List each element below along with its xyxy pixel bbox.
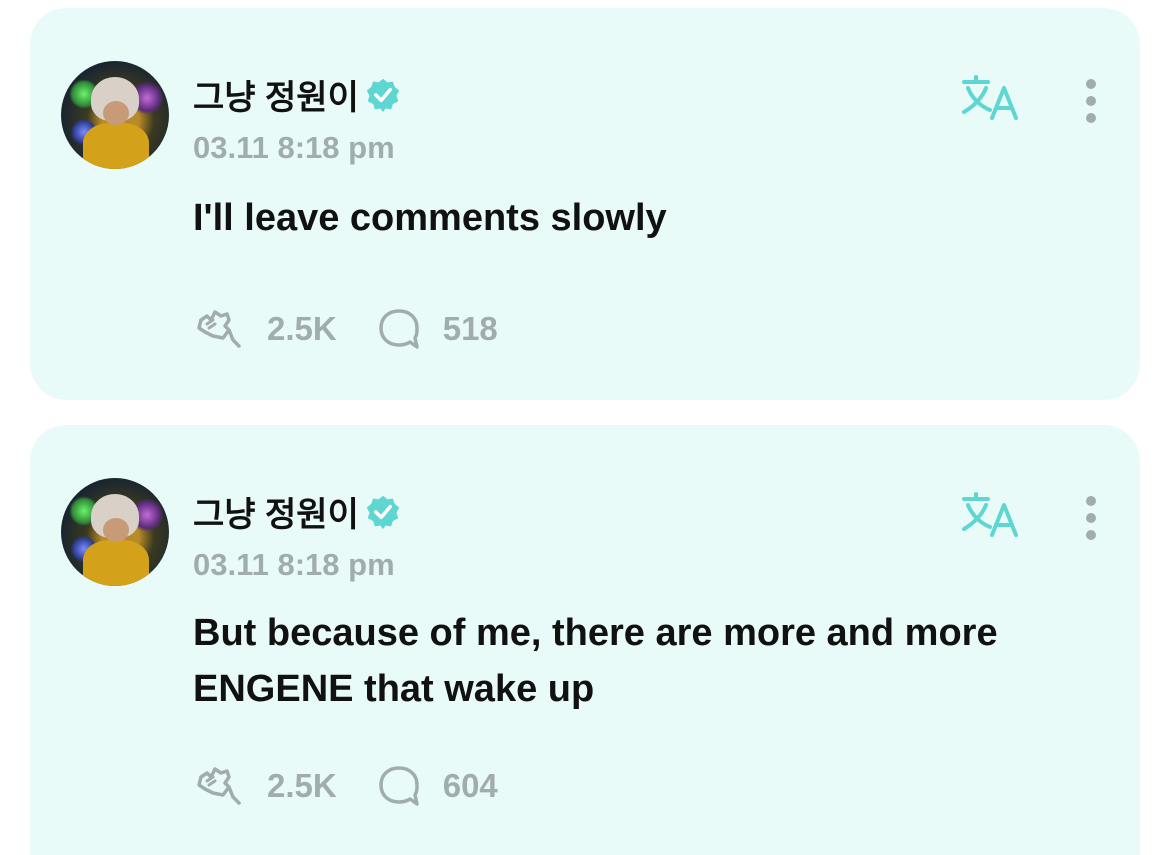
more-vertical-icon[interactable] (1084, 78, 1098, 124)
avatar[interactable] (61, 61, 169, 169)
comments-button[interactable]: 518 (377, 307, 498, 351)
post-text: But because of me, there are more and mo… (193, 612, 998, 710)
cheer-hand-icon (197, 310, 241, 348)
post-timestamp: 03.11 8:18 pm (193, 130, 395, 165)
author-name[interactable]: 그냥 정원이 (193, 70, 401, 119)
translate-icon[interactable] (960, 491, 1020, 539)
translate-icon[interactable] (960, 74, 1020, 122)
comment-bubble-icon (378, 766, 419, 806)
cheer-hand-icon (197, 767, 241, 805)
comments-button[interactable]: 604 (377, 764, 498, 808)
likes-count: 2.5K (267, 767, 337, 804)
likes-count: 2.5K (267, 310, 337, 347)
comments-count: 604 (442, 767, 498, 804)
post-card-1[interactable]: 그냥 정원이 03.11 8:18 pm I'll leave comments… (30, 8, 1140, 400)
verified-badge-icon (366, 78, 400, 112)
post-timestamp: 03.11 8:18 pm (193, 547, 395, 582)
post-card-2[interactable]: 그냥 정원이 03.11 8:18 pm But because of me, … (30, 425, 1140, 855)
comment-bubble-icon (378, 309, 419, 349)
comments-count: 518 (442, 310, 498, 347)
likes-button[interactable]: 2.5K (193, 306, 337, 352)
author-name[interactable]: 그냥 정원이 (193, 487, 401, 536)
avatar[interactable] (61, 478, 169, 586)
post-text: I'll leave comments slowly (193, 197, 667, 239)
author-name-label: 그냥 정원이 (193, 496, 359, 534)
verified-badge-icon (366, 495, 400, 529)
post-stats: 2.5K 604 (193, 763, 498, 809)
post-stats: 2.5K 518 (193, 306, 498, 352)
likes-button[interactable]: 2.5K (193, 763, 337, 809)
author-name-label: 그냥 정원이 (193, 79, 359, 117)
more-vertical-icon[interactable] (1084, 495, 1098, 541)
